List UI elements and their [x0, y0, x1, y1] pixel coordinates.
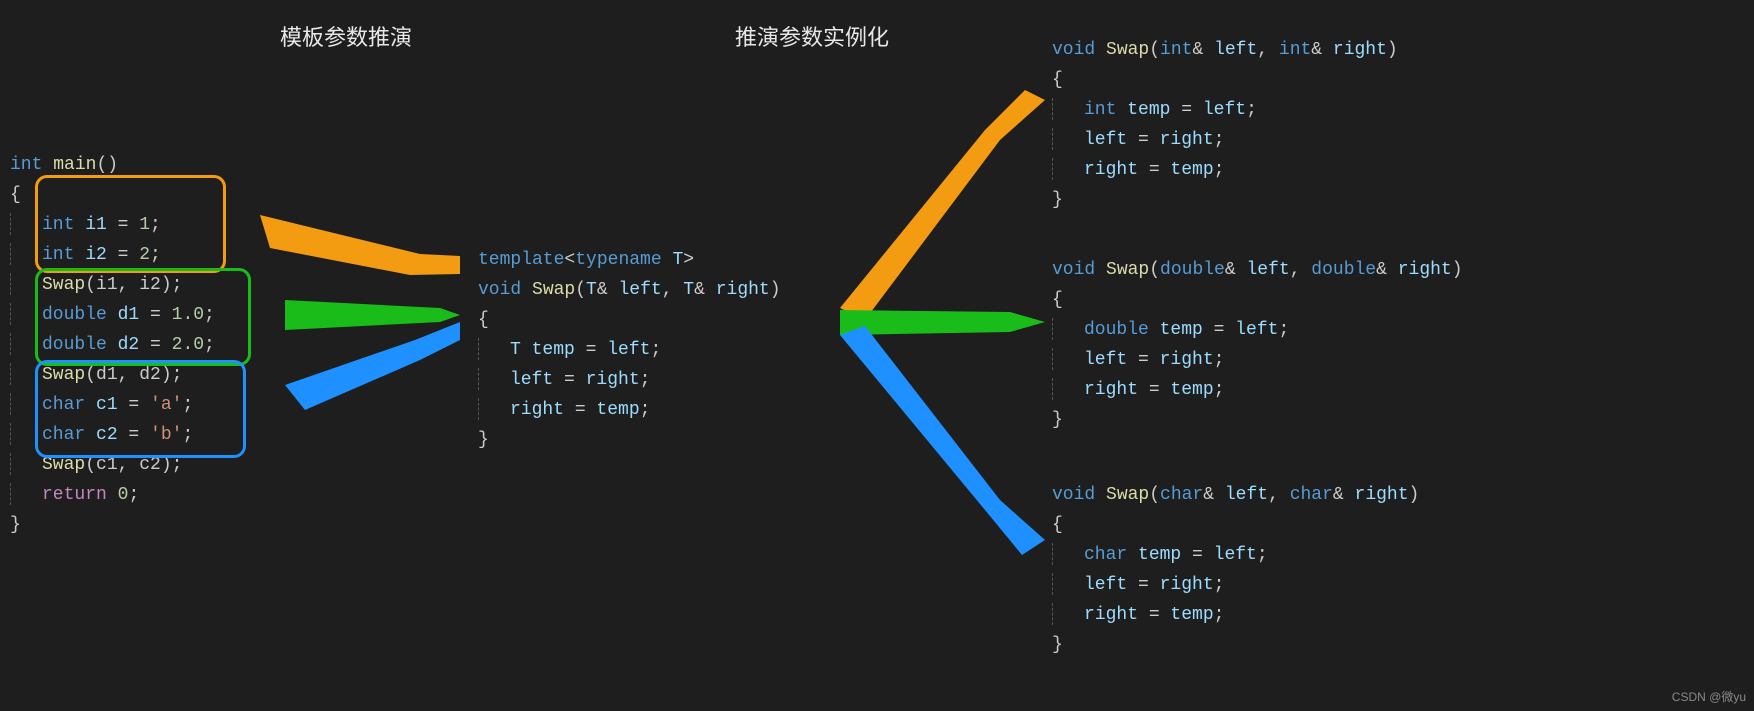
- heading-deduce: 模板参数推演: [280, 20, 412, 52]
- fn-main: main: [53, 155, 96, 175]
- code-main: int main() { int i1 = 1; int i2 = 2; Swa…: [10, 120, 215, 540]
- arrow-template-to-char: [840, 326, 1045, 555]
- kw-int: int: [10, 155, 53, 175]
- code-inst-int: void Swap(int& left, int& right) { int t…: [1052, 5, 1398, 215]
- arrow-template-to-int: [840, 90, 1045, 320]
- code-template: template<typename T> void Swap(T& left, …: [478, 215, 781, 455]
- code-inst-double: void Swap(double& left, double& right) {…: [1052, 225, 1463, 435]
- heading-instantiate: 推演参数实例化: [735, 20, 889, 52]
- code-inst-char: void Swap(char& left, char& right) { cha…: [1052, 450, 1419, 660]
- arrows-layer: [0, 0, 1754, 711]
- watermark: CSDN @微yu: [1672, 688, 1746, 705]
- arrow-char-to-template: [285, 322, 460, 410]
- arrow-template-to-double: [840, 310, 1045, 335]
- arrow-int-to-template: [260, 215, 460, 275]
- arrow-double-to-template: [285, 300, 460, 330]
